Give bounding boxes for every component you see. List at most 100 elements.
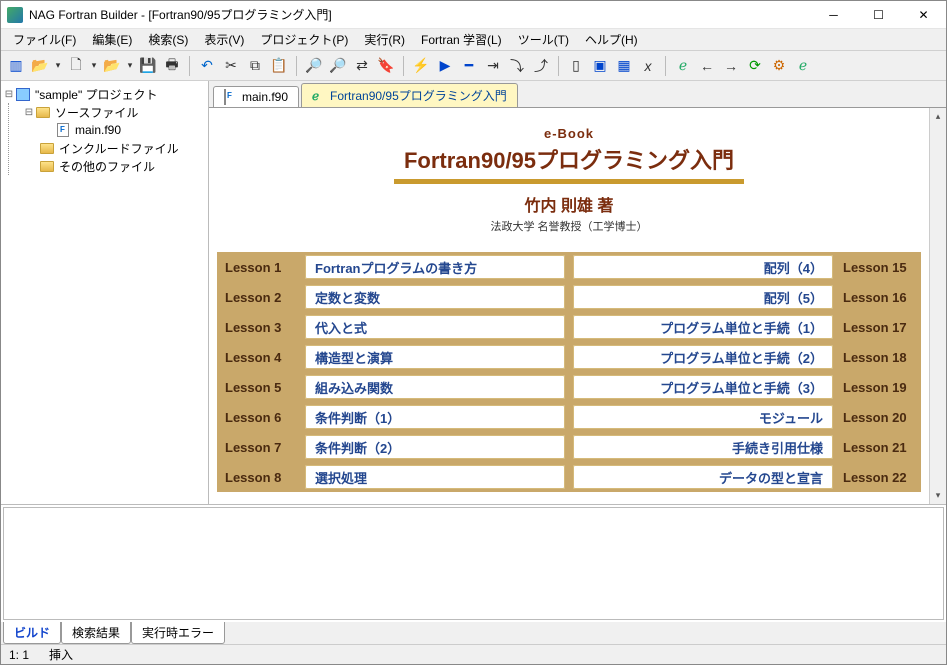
open-file-icon[interactable]: 📂 bbox=[101, 55, 123, 77]
editor-content: e-Book Fortran90/95プログラミング入門 竹内 則雄 著 法政大… bbox=[209, 107, 946, 504]
block2-icon[interactable]: ▦ bbox=[613, 55, 635, 77]
step-over-icon[interactable]: ⤵ bbox=[506, 55, 528, 77]
lesson-link[interactable]: データの型と宣言 bbox=[573, 465, 833, 489]
help-world-icon[interactable]: ℯ bbox=[792, 55, 814, 77]
step-icon[interactable]: ⇥ bbox=[482, 55, 504, 77]
lesson-column-right: 配列（4）Lesson 15配列（5）Lesson 16プログラム単位と手続（1… bbox=[569, 252, 921, 492]
menu-project[interactable]: プロジェクト(P) bbox=[252, 29, 356, 50]
lesson-row: 配列（5）Lesson 16 bbox=[569, 282, 921, 312]
lesson-link[interactable]: 選択処理 bbox=[305, 465, 565, 489]
lesson-link[interactable]: Fortranプログラムの書き方 bbox=[305, 255, 565, 279]
lesson-number: Lesson 16 bbox=[837, 282, 921, 312]
world-icon[interactable]: ℯ bbox=[672, 55, 694, 77]
lesson-link[interactable]: 配列（4） bbox=[573, 255, 833, 279]
print-icon[interactable]: 🖶 bbox=[161, 55, 183, 77]
lesson-link[interactable]: プログラム単位と手続（1） bbox=[573, 315, 833, 339]
var-icon[interactable]: x bbox=[637, 55, 659, 77]
settings-icon[interactable]: ⚙ bbox=[768, 55, 790, 77]
lesson-link[interactable]: 条件判断（1） bbox=[305, 405, 565, 429]
dropdown-icon[interactable]: ▾ bbox=[89, 55, 99, 77]
new-file-icon[interactable]: 🗋 bbox=[65, 55, 87, 77]
editor-area: main.f90 ℯ Fortran90/95プログラミング入門 e-Book … bbox=[209, 81, 946, 504]
lesson-row: Lesson 6条件判断（1） bbox=[217, 402, 569, 432]
stop-icon[interactable]: ━ bbox=[458, 55, 480, 77]
scroll-down-icon[interactable]: ▾ bbox=[930, 487, 946, 504]
open-project-icon[interactable]: 📂 bbox=[29, 55, 51, 77]
cut-icon[interactable]: ✂ bbox=[220, 55, 242, 77]
tab-runtime-errors[interactable]: 実行時エラー bbox=[131, 622, 225, 644]
tree-label: ソースファイル bbox=[55, 104, 138, 121]
menu-view[interactable]: 表示(V) bbox=[196, 29, 252, 50]
lesson-link[interactable]: 代入と式 bbox=[305, 315, 565, 339]
dropdown-icon[interactable]: ▾ bbox=[125, 55, 135, 77]
scroll-up-icon[interactable]: ▴ bbox=[930, 108, 946, 125]
new-project-icon[interactable]: ▥ bbox=[5, 55, 27, 77]
menu-edit[interactable]: 編集(E) bbox=[84, 29, 140, 50]
vertical-scrollbar[interactable]: ▴ ▾ bbox=[929, 108, 946, 504]
insert-mode: 挿入 bbox=[49, 646, 73, 663]
main-split: ⊟ "sample" プロジェクト ⊟ ソースファイル main.f90 インク… bbox=[1, 81, 946, 504]
ebook-viewer[interactable]: e-Book Fortran90/95プログラミング入門 竹内 則雄 著 法政大… bbox=[209, 108, 929, 504]
lesson-link[interactable]: 配列（5） bbox=[573, 285, 833, 309]
bookmark-icon[interactable]: 🔖 bbox=[375, 55, 397, 77]
step-out-icon[interactable]: ⤴ bbox=[530, 55, 552, 77]
lesson-link[interactable]: 組み込み関数 bbox=[305, 375, 565, 399]
menu-tools[interactable]: ツール(T) bbox=[510, 29, 577, 50]
lesson-link[interactable]: プログラム単位と手続（2） bbox=[573, 345, 833, 369]
lesson-link[interactable]: プログラム単位と手続（3） bbox=[573, 375, 833, 399]
lesson-link[interactable]: 手続き引用仕様 bbox=[573, 435, 833, 459]
lesson-row: Lesson 3代入と式 bbox=[217, 312, 569, 342]
find-next-icon[interactable]: 🔎 bbox=[327, 55, 349, 77]
collapse-icon[interactable]: ⊟ bbox=[23, 107, 35, 118]
undo-icon[interactable]: ↶ bbox=[196, 55, 218, 77]
lesson-row: Lesson 7条件判断（2） bbox=[217, 432, 569, 462]
module-icon[interactable]: ▯ bbox=[565, 55, 587, 77]
toolbar-separator bbox=[665, 56, 666, 76]
toolbar-separator bbox=[403, 56, 404, 76]
lesson-number: Lesson 3 bbox=[217, 312, 301, 342]
paste-icon[interactable]: 📋 bbox=[268, 55, 290, 77]
back-icon[interactable]: ← bbox=[696, 55, 718, 77]
collapse-icon[interactable]: ⊟ bbox=[3, 89, 15, 100]
replace-icon[interactable]: ⇄ bbox=[351, 55, 373, 77]
menu-run[interactable]: 実行(R) bbox=[356, 29, 413, 50]
tab-build[interactable]: ビルド bbox=[3, 622, 61, 644]
copy-icon[interactable]: ⧉ bbox=[244, 55, 266, 77]
tree-other-folder[interactable]: その他のファイル bbox=[9, 157, 206, 175]
refresh-icon[interactable]: ⟳ bbox=[744, 55, 766, 77]
lesson-row: 手続き引用仕様Lesson 21 bbox=[569, 432, 921, 462]
save-icon[interactable]: 💾 bbox=[137, 55, 159, 77]
menu-help[interactable]: ヘルプ(H) bbox=[577, 29, 646, 50]
tree-include-folder[interactable]: インクルードファイル bbox=[9, 139, 206, 157]
maximize-button[interactable]: ☐ bbox=[856, 1, 901, 29]
run-icon[interactable]: ▶ bbox=[434, 55, 456, 77]
menu-file[interactable]: ファイル(F) bbox=[5, 29, 84, 50]
lesson-link[interactable]: 構造型と演算 bbox=[305, 345, 565, 369]
lesson-link[interactable]: モジュール bbox=[573, 405, 833, 429]
project-tree[interactable]: ⊟ "sample" プロジェクト ⊟ ソースファイル main.f90 インク… bbox=[1, 81, 209, 504]
menu-learn[interactable]: Fortran 学習(L) bbox=[413, 29, 510, 50]
dropdown-icon[interactable]: ▾ bbox=[53, 55, 63, 77]
forward-icon[interactable]: → bbox=[720, 55, 742, 77]
build-icon[interactable]: ⚡ bbox=[410, 55, 432, 77]
close-button[interactable]: ✕ bbox=[901, 1, 946, 29]
ebook-header: e-Book Fortran90/95プログラミング入門 竹内 則雄 著 法政大… bbox=[217, 118, 921, 240]
lesson-number: Lesson 5 bbox=[217, 372, 301, 402]
tree-file-main[interactable]: main.f90 bbox=[9, 121, 206, 139]
tab-ebook[interactable]: ℯ Fortran90/95プログラミング入門 bbox=[301, 83, 518, 107]
tree-source-folder[interactable]: ⊟ ソースファイル bbox=[9, 103, 206, 121]
tab-main-f90[interactable]: main.f90 bbox=[213, 86, 299, 107]
find-icon[interactable]: 🔎 bbox=[303, 55, 325, 77]
output-body[interactable] bbox=[3, 507, 944, 620]
lesson-row: Lesson 8選択処理 bbox=[217, 462, 569, 492]
lesson-link[interactable]: 定数と変数 bbox=[305, 285, 565, 309]
fortran-file-icon bbox=[224, 90, 238, 104]
minimize-button[interactable]: ─ bbox=[811, 1, 856, 29]
tab-search-results[interactable]: 検索結果 bbox=[61, 622, 131, 644]
lesson-link[interactable]: 条件判断（2） bbox=[305, 435, 565, 459]
menu-search[interactable]: 検索(S) bbox=[140, 29, 196, 50]
tree-project-root[interactable]: ⊟ "sample" プロジェクト bbox=[3, 85, 206, 103]
lesson-number: Lesson 8 bbox=[217, 462, 301, 492]
toolbar-separator bbox=[558, 56, 559, 76]
block-icon[interactable]: ▣ bbox=[589, 55, 611, 77]
